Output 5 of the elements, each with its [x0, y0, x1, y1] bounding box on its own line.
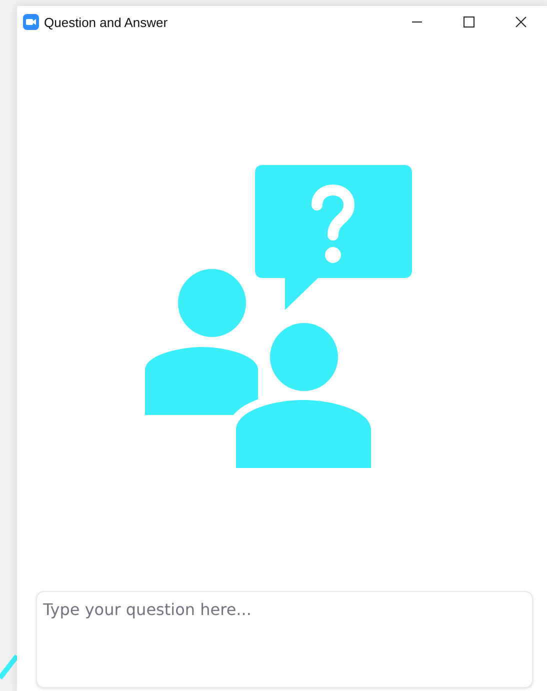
question-field[interactable]: Type your question here... [36, 591, 533, 688]
maximize-icon [463, 16, 475, 28]
close-icon [515, 16, 527, 28]
window-title: Question and Answer [44, 14, 169, 30]
camera-icon [23, 14, 39, 30]
